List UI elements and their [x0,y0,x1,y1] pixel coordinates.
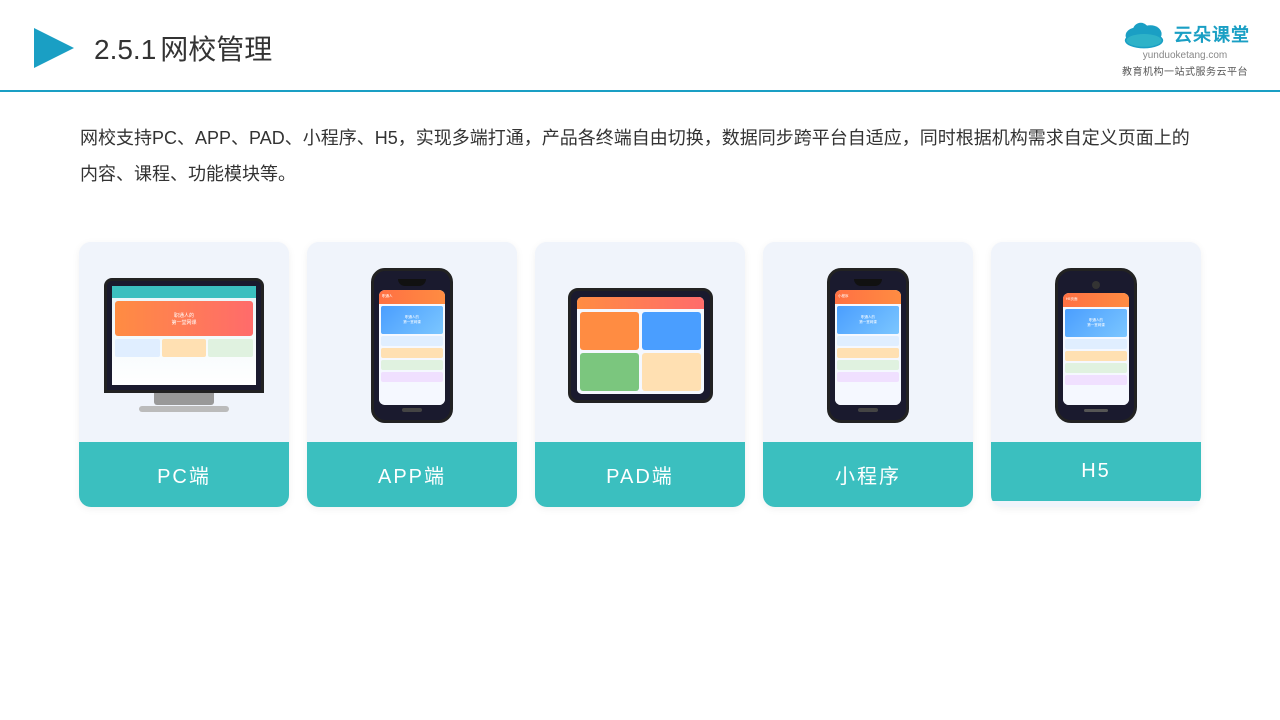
pc-grid-item-1 [115,339,160,357]
h5-list-item-1 [1065,339,1127,349]
mini-phone-home [858,408,878,412]
card-image-app: 职通人 职通人的第一堂网课 [307,242,517,442]
pc-nav-bar [112,286,256,298]
card-image-pc: 职通人的第一堂网课 [79,242,289,442]
card-h5: H5页面 职通人的第一堂网课 [991,242,1201,507]
mini-list-item-4 [837,372,899,382]
card-pc: 职通人的第一堂网课 PC端 [79,242,289,507]
mini-header: 小程序 [835,290,901,304]
h5-camera [1092,281,1100,289]
app-header: 职通人 [379,290,445,304]
app-list-item-1 [381,336,443,346]
card-label-pc: PC端 [79,442,289,507]
logo-area: 云朵课堂 yunduoketang.com 教育机构一站式服务云平台 [1120,18,1250,78]
description: 网校支持PC、APP、PAD、小程序、H5，实现多端打通，产品各终端自由切换，数… [0,92,1280,202]
pad-item-1 [580,312,639,350]
app-phone-mockup: 职通人 职通人的第一堂网课 [371,268,453,423]
pad-mockup [568,288,713,403]
app-banner-text: 职通人的第一堂网课 [403,315,421,325]
pad-item-4 [642,353,701,391]
card-mini: 小程序 职通人的第一堂网课 [763,242,973,507]
pc-base [139,406,229,412]
mini-screen: 小程序 职通人的第一堂网课 [835,290,901,405]
pad-body [577,309,704,394]
h5-screen: H5页面 职通人的第一堂网课 [1063,293,1129,405]
header-left: 2.5.1网校管理 [30,24,272,72]
h5-header: H5页面 [1063,293,1129,307]
h5-list-item-2 [1065,351,1127,361]
h5-banner: 职通人的第一堂网课 [1065,309,1127,337]
h5-phone-outer: H5页面 职通人的第一堂网课 [1055,268,1137,423]
card-label-h5: H5 [991,442,1201,501]
mini-banner: 职通人的第一堂网课 [837,306,899,334]
h5-list-item-4 [1065,375,1127,385]
title-text: 网校管理 [160,34,272,65]
mini-phone-mockup: 小程序 职通人的第一堂网课 [827,268,909,423]
app-phone-notch [398,279,426,286]
card-label-pad: PAD端 [535,442,745,507]
app-banner: 职通人的第一堂网课 [381,306,443,334]
h5-list [1065,339,1127,385]
header: 2.5.1网校管理 云朵课堂 yunduoketang.com 教育机构一站式服… [0,0,1280,92]
mini-list-item-3 [837,360,899,370]
cards-container: 职通人的第一堂网课 PC端 [0,212,1280,507]
pad-outer [568,288,713,403]
h5-bottom-bar [1084,409,1108,412]
app-list-item-3 [381,360,443,370]
logo-url: yunduoketang.com [1143,50,1228,61]
pc-screen-content: 职通人的第一堂网课 [112,286,256,385]
mini-list [837,336,899,382]
title-number: 2.5.1 [94,34,156,65]
mini-body: 职通人的第一堂网课 [835,304,901,405]
app-screen: 职通人 职通人的第一堂网课 [379,290,445,405]
mini-phone-notch [854,279,882,286]
logo-text: 云朵课堂 [1174,21,1250,47]
pad-nav [577,297,704,309]
card-image-mini: 小程序 职通人的第一堂网课 [763,242,973,442]
mini-list-item-2 [837,348,899,358]
play-icon [30,24,78,72]
pc-grid-item-3 [208,339,253,357]
pad-screen [577,297,704,394]
card-image-pad [535,242,745,442]
app-body: 职通人的第一堂网课 [379,304,445,405]
app-phone-outer: 职通人 职通人的第一堂网课 [371,268,453,423]
pad-item-2 [642,312,701,350]
logo-sub: 教育机构一站式服务云平台 [1122,63,1248,78]
pc-banner: 职通人的第一堂网课 [115,301,253,336]
mini-list-item-1 [837,336,899,346]
h5-banner-text: 职通人的第一堂网课 [1087,318,1105,328]
pad-item-3 [580,353,639,391]
pc-screen-outer: 职通人的第一堂网课 [104,278,264,393]
card-app: 职通人 职通人的第一堂网课 [307,242,517,507]
app-header-text: 职通人 [382,294,393,299]
page-title: 2.5.1网校管理 [94,28,272,68]
h5-header-text: H5页面 [1066,297,1077,302]
app-list-item-2 [381,348,443,358]
pc-mockup: 职通人的第一堂网课 [104,278,264,412]
description-text: 网校支持PC、APP、PAD、小程序、H5，实现多端打通，产品各终端自由切换，数… [80,120,1200,192]
mini-banner-text: 职通人的第一堂网课 [859,315,877,325]
mini-header-text: 小程序 [838,294,849,299]
card-label-app: APP端 [307,442,517,507]
pc-banner-text: 职通人的第一堂网课 [171,312,196,326]
pc-grid-item-2 [162,339,207,357]
app-phone-home [402,408,422,412]
h5-body: 职通人的第一堂网课 [1063,307,1129,405]
pc-stand [154,393,214,405]
mini-phone-outer: 小程序 职通人的第一堂网课 [827,268,909,423]
card-label-mini: 小程序 [763,442,973,507]
cloud-icon [1120,18,1168,50]
pc-grid [115,339,253,357]
card-pad: PAD端 [535,242,745,507]
logo-cloud: 云朵课堂 [1120,18,1250,50]
app-list [381,336,443,382]
app-list-item-4 [381,372,443,382]
card-image-h5: H5页面 职通人的第一堂网课 [991,242,1201,442]
pc-body: 职通人的第一堂网课 [112,298,256,385]
h5-list-item-3 [1065,363,1127,373]
h5-phone-mockup: H5页面 职通人的第一堂网课 [1055,268,1137,423]
